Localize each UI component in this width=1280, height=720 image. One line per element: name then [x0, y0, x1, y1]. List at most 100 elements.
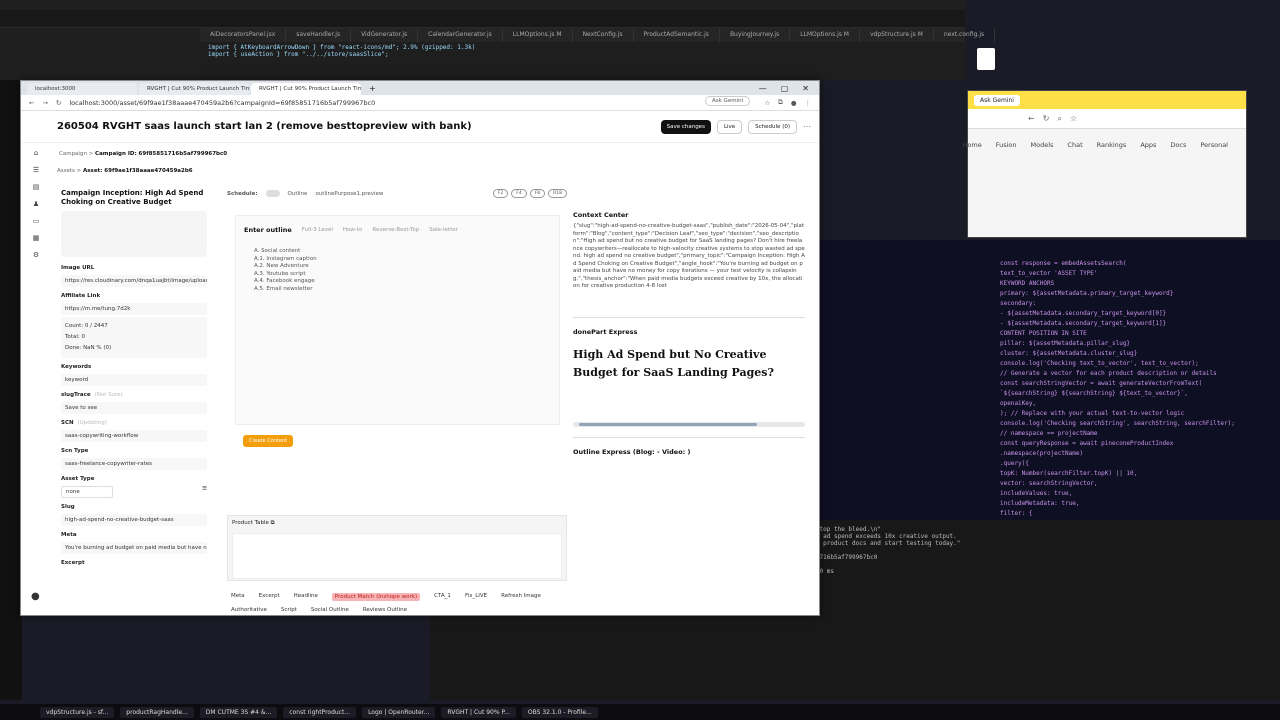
generation-tab[interactable]: Headline: [294, 593, 318, 601]
generation-tab[interactable]: Excerpt: [259, 593, 280, 601]
generation-tab[interactable]: Reviews Outline: [363, 607, 407, 613]
site-menu-item[interactable]: Fusion: [996, 141, 1017, 149]
list-options-icon[interactable]: ☰: [202, 486, 207, 492]
scn-field[interactable]: saas-copywriting-workflow: [61, 430, 207, 442]
close-icon[interactable]: ✕: [802, 84, 809, 93]
users-icon[interactable]: ♟: [33, 200, 39, 208]
more-icon[interactable]: ⋯: [803, 122, 811, 131]
outline-tab[interactable]: Sale-letter: [429, 227, 458, 233]
site-menu-item[interactable]: Rankings: [1097, 141, 1127, 149]
folder-icon[interactable]: ▭: [33, 217, 40, 225]
reload-icon[interactable]: ↻: [1043, 114, 1050, 123]
slugtrace-field[interactable]: Save to see: [61, 402, 207, 414]
extension-icon[interactable]: ⧉: [778, 98, 783, 107]
generation-tab[interactable]: Meta: [231, 593, 245, 601]
crumb-campaign[interactable]: Campaign: [59, 151, 87, 157]
minimize-icon[interactable]: —: [759, 84, 767, 93]
taskbar-item[interactable]: productRagHandle...: [120, 706, 194, 718]
generation-tab[interactable]: Social Outline: [311, 607, 349, 613]
format-pill[interactable]: F4: [511, 189, 527, 198]
forward-icon[interactable]: →: [42, 99, 47, 107]
secondary-browser[interactable]: Ask Gemini ← ↻ ⌕ ☆ Home Fusion Models Chat Rank…: [963, 90, 1247, 238]
generation-tab[interactable]: Fix_LIVE: [465, 593, 487, 601]
vscode-tab[interactable]: CalendarGenerator.js: [418, 28, 503, 42]
affiliate-field[interactable]: https://m.me/tung.7d2k: [61, 303, 207, 315]
image-url-field[interactable]: https://res.cloudinary.com/dnqa1uajbt/im…: [61, 275, 207, 287]
gear-icon[interactable]: ⚙: [33, 251, 39, 259]
context-json[interactable]: {"slug":"high-ad-spend-no-creative-budge…: [573, 223, 805, 307]
url-field[interactable]: localhost:3000/asset/69f9ae1f38aaae47045…: [69, 99, 375, 107]
taskbar-item[interactable]: DM CUTME 3S #4 &...: [199, 706, 278, 718]
taskbar-item[interactable]: RVGHT | Cut 90% P...: [441, 706, 516, 718]
menu-dots-icon[interactable]: ⋮: [805, 99, 812, 107]
schedule-button[interactable]: Schedule (0): [748, 119, 797, 134]
bookmark-star-icon[interactable]: ☆: [764, 99, 770, 107]
vscode-tab[interactable]: AiDecoratorsPanel.jsx: [200, 28, 287, 42]
browser-tab[interactable]: RVGHT | Cut 90% Product Launch Time: [139, 83, 249, 95]
outline-textarea[interactable]: A. Social content A.1. Instagram caption A…: [236, 244, 559, 297]
format-pill[interactable]: F2: [492, 189, 509, 198]
taskbar-item[interactable]: OBS 32.1.0 - Profile...: [521, 706, 598, 718]
ask-gemini-button[interactable]: Ask Gemini: [705, 96, 751, 106]
code-editor-panel[interactable]: const response = embedAssetsSearch( text…: [820, 240, 1280, 550]
title-textarea[interactable]: [61, 211, 207, 257]
taskbar-item[interactable]: Logo | OpenRouter...: [362, 706, 436, 718]
taskbar-item[interactable]: vdpStructure.js - sf...: [40, 706, 115, 718]
browser-tab[interactable]: localhost:3000: [27, 83, 137, 95]
vscode-tabbar[interactable]: AiDecoratorsPanel.jsx saveHandler.js VidGe…: [200, 28, 996, 42]
outline-tab[interactable]: Full-3 Level: [302, 227, 333, 233]
outline-file[interactable]: outlinePurpose1.preview: [315, 191, 383, 197]
back-icon[interactable]: ←: [1028, 114, 1035, 123]
vscode-tab[interactable]: LLMOptions.js M: [503, 28, 573, 42]
user-icon[interactable]: ●: [31, 591, 40, 602]
vscode-editor[interactable]: import { AtKeyboardArrowDown } from "rea…: [200, 42, 965, 80]
outline-tab[interactable]: How-to: [343, 227, 363, 233]
outline-label[interactable]: Outline: [288, 191, 308, 197]
vscode-tab[interactable]: saveHandler.js: [286, 28, 352, 42]
create-content-button[interactable]: Create Content: [243, 435, 294, 447]
format-pill[interactable]: R18: [548, 189, 567, 198]
format-pill[interactable]: F8: [529, 189, 546, 198]
keywords-field[interactable]: keyword: [61, 374, 207, 386]
back-icon[interactable]: ←: [29, 99, 34, 107]
site-menu-item[interactable]: Chat: [1067, 141, 1082, 149]
site-menu-item[interactable]: Home: [963, 141, 982, 149]
product-table-area[interactable]: [232, 533, 562, 579]
outline-tab[interactable]: Reverse-Best-Top: [372, 227, 419, 233]
generation-tab[interactable]: Product Match (Inshope work): [331, 593, 421, 601]
save-button[interactable]: Save changes: [660, 119, 711, 134]
reload-icon[interactable]: ↻: [56, 99, 61, 107]
site-menu-item[interactable]: Personal: [1200, 141, 1228, 149]
profile-icon[interactable]: ●: [791, 99, 797, 107]
site-menu-item[interactable]: Docs: [1170, 141, 1186, 149]
vscode-tab[interactable]: vdpStructure.js M: [860, 28, 934, 42]
schedule-toggle[interactable]: [265, 190, 280, 197]
crumb-assets[interactable]: Assets: [57, 168, 75, 174]
file-icon[interactable]: ▤: [33, 183, 40, 191]
vscode-tab[interactable]: next.config.js: [934, 28, 996, 42]
taskbar-item[interactable]: const rightProduct...: [283, 706, 357, 718]
new-tab-icon[interactable]: +: [363, 82, 382, 95]
calendar-icon[interactable]: ▦: [33, 234, 40, 242]
maximize-icon[interactable]: ▢: [781, 84, 789, 93]
vscode-tab[interactable]: BuyingJourney.js: [720, 28, 791, 42]
vscode-tab[interactable]: VidGenerator.js: [351, 28, 419, 42]
generation-tab[interactable]: Script: [281, 607, 297, 613]
desktop-icon-file[interactable]: [966, 44, 1006, 84]
asset-type-select[interactable]: none: [61, 486, 113, 498]
ask-gemini-button[interactable]: Ask Gemini: [974, 94, 1020, 106]
scn-type-field[interactable]: saas-freelance-copywriter-rates: [61, 458, 207, 470]
site-menu-item[interactable]: Apps: [1140, 141, 1156, 149]
browser-tab-active[interactable]: RVGHT | Cut 90% Product Launch Time: [251, 83, 361, 95]
vscode-tab[interactable]: ProductAdSemantic.js: [634, 28, 720, 42]
live-button[interactable]: Live: [716, 119, 743, 134]
vscode-tab[interactable]: LLMOptions.js M: [790, 28, 860, 42]
site-menu-item[interactable]: Models: [1031, 141, 1054, 149]
generation-tab[interactable]: CTA_1: [434, 593, 451, 601]
star-icon[interactable]: ☆: [1070, 114, 1077, 123]
search-icon[interactable]: ⌕: [1057, 114, 1061, 124]
list-icon[interactable]: ☰: [33, 166, 39, 174]
copy-icon[interactable]: ⧉: [271, 520, 275, 526]
vscode-tab[interactable]: NextConfig.js: [573, 28, 634, 42]
generation-tab[interactable]: Refresh Image: [501, 593, 541, 601]
